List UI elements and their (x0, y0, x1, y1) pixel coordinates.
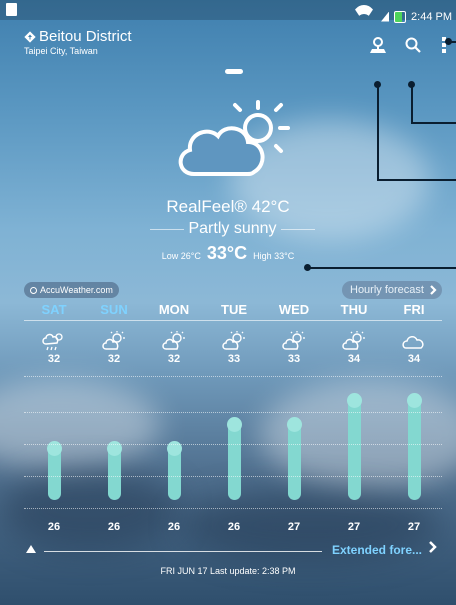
low-temp-value: 26 (167, 521, 181, 533)
high-temp-value: 32 (167, 353, 181, 365)
accuweather-logo-icon (30, 286, 37, 294)
temperature-range-bar (407, 393, 422, 500)
high-temp-value: 33 (227, 353, 241, 365)
low-temp-value: 27 (287, 521, 301, 533)
pointer-line (450, 41, 456, 43)
grid-line (24, 476, 442, 477)
temperature-range-bar (227, 417, 242, 500)
location-pin-icon[interactable] (369, 36, 387, 54)
bar-cap (347, 393, 362, 408)
temperature-range-bar (287, 417, 302, 500)
rain-sun-icon (42, 333, 63, 351)
high-temp: High 33°C (253, 251, 295, 261)
sky-cloud-dark (0, 470, 180, 550)
low-temp-value: 26 (227, 521, 241, 533)
grid-line (24, 412, 442, 413)
low-temp-value: 26 (107, 521, 121, 533)
high-temp-value: 32 (47, 353, 61, 365)
divider (44, 551, 322, 552)
bar-cap (227, 417, 242, 432)
location-subtitle: Taipei City, Taiwan (24, 46, 98, 56)
high-temp-value: 33 (287, 353, 301, 365)
partly-sunny-icon (162, 331, 185, 350)
grid-line (24, 444, 442, 445)
partly-sunny-icon (178, 100, 290, 176)
bar-cap (287, 417, 302, 432)
pointer-line (377, 179, 456, 181)
chevron-right-icon[interactable] (428, 540, 438, 554)
high-temp-value: 34 (407, 353, 421, 365)
day-label-tue: TUE (221, 302, 247, 317)
location-header[interactable]: Beitou District Taipei City, Taiwan (24, 28, 132, 56)
battery-icon (394, 10, 407, 23)
divider (280, 228, 316, 230)
day-label-fri: FRI (403, 302, 425, 317)
sim-notification-icon (6, 3, 17, 16)
accuweather-link[interactable]: AccuWeather.com (24, 282, 119, 298)
sky-cloud (0, 380, 160, 470)
day-header-row: SAT SUN MON TUE WED THU FRI (24, 302, 442, 321)
low-temp-value: 26 (47, 521, 61, 533)
temperature-range-bar (347, 393, 362, 500)
partly-sunny-icon (342, 331, 365, 350)
low-temp-value: 27 (347, 521, 361, 533)
drag-handle[interactable] (225, 69, 243, 74)
partly-sunny-icon (102, 331, 125, 350)
high-temp-value: 32 (107, 353, 121, 365)
partly-sunny-icon (222, 331, 245, 350)
grid-line (24, 376, 442, 377)
day-label-sat: SAT (41, 302, 67, 317)
day-label-sun: SUN (100, 302, 128, 317)
chevron-right-icon (430, 285, 437, 295)
low-temp: Low 26°C (161, 251, 201, 261)
day-label-wed: WED (278, 302, 310, 317)
pointer-line (411, 122, 456, 124)
condition-text: Partly sunny (188, 220, 277, 237)
day-label-thu: THU (340, 302, 368, 317)
navigation-diamond-icon (24, 30, 36, 43)
condition-row: Partly sunny (150, 220, 316, 238)
temperature-range-bar (167, 441, 182, 500)
location-name: Beitou District (39, 28, 132, 45)
pointer-line (377, 84, 379, 181)
pointer-line (411, 84, 413, 124)
wifi-icon (352, 5, 377, 32)
bar-cap (407, 393, 422, 408)
temperature-range-bar (47, 441, 62, 500)
signal-icon (381, 11, 390, 22)
divider (150, 228, 185, 230)
high-temp-value: 34 (347, 353, 361, 365)
last-update-text: FRI JUN 17 Last update: 2:38 PM (160, 566, 296, 576)
current-temp: 33°C (206, 243, 248, 263)
temperature-range-bar (107, 441, 122, 500)
search-icon[interactable] (404, 36, 422, 54)
pointer-line (309, 267, 456, 269)
collapse-up-icon[interactable] (26, 545, 36, 553)
status-time: 2:44 PM (411, 10, 452, 23)
cloudy-icon (402, 336, 424, 349)
weather-screen: 2:44 PM Beitou District Taipei City, Tai… (0, 0, 456, 605)
status-bar: 2:44 PM (0, 0, 456, 23)
accuweather-label: AccuWeather.com (40, 285, 113, 295)
partly-sunny-icon (282, 331, 305, 350)
day-label-mon: MON (158, 302, 190, 317)
realfeel-text: RealFeel® 42°C (166, 197, 290, 216)
grid-line (24, 508, 442, 509)
extended-forecast-link[interactable]: Extended fore... (332, 543, 422, 557)
temperature-row: Low 26°C 33°C High 33°C (0, 243, 456, 264)
low-temp-value: 27 (407, 521, 421, 533)
hourly-forecast-label: Hourly forecast (350, 284, 424, 296)
hourly-forecast-button[interactable]: Hourly forecast (342, 281, 442, 299)
